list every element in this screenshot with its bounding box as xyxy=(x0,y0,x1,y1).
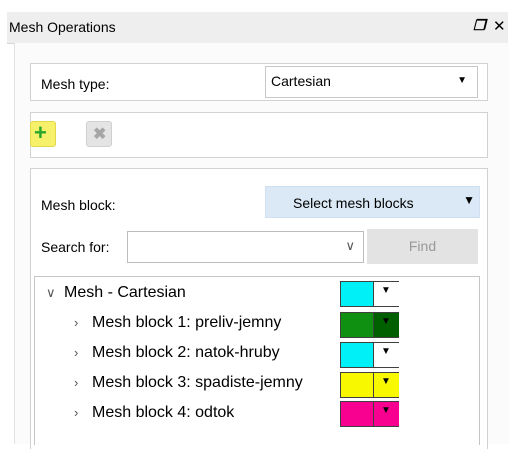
triangle-down-icon: ▼ xyxy=(463,193,475,207)
remove-icon: ✖ xyxy=(93,126,107,143)
mesh-color-picker[interactable]: ▼ xyxy=(340,281,399,307)
tree-row-block-2[interactable]: › Mesh block 2: natok-hruby xyxy=(74,344,280,368)
tree-row-block-3[interactable]: › Mesh block 3: spadiste-jemny xyxy=(74,374,303,398)
triangle-down-icon: ▼ xyxy=(381,346,391,357)
tree-row-label: Mesh block 3: spadiste-jemny xyxy=(92,374,303,391)
color-dropdown[interactable]: ▼ xyxy=(373,373,399,397)
mesh-color xyxy=(341,282,373,306)
restore-icon[interactable]: ❐ xyxy=(473,17,486,34)
search-label: Search for: xyxy=(41,239,110,255)
block-color xyxy=(341,343,373,367)
remove-button[interactable]: ✖ xyxy=(86,121,112,147)
tree-row-label: Mesh block 1: preliv-jemny xyxy=(92,314,282,331)
block-color xyxy=(341,313,373,337)
mesh-block-label: Mesh block: xyxy=(41,197,116,213)
title-bar: Mesh Operations ❐ ✕ xyxy=(7,12,508,44)
mesh-type-select[interactable]: Cartesian ▼ xyxy=(265,66,478,98)
chevron-down-icon[interactable]: ∨ xyxy=(46,285,64,301)
color-dropdown[interactable]: ▼ xyxy=(373,343,399,367)
block-color xyxy=(341,373,373,397)
block-3-color-picker[interactable]: ▼ xyxy=(340,372,399,398)
select-mesh-blocks-label: Select mesh blocks xyxy=(293,195,414,211)
tree-root-row[interactable]: ∨ Mesh - Cartesian xyxy=(46,284,186,308)
triangle-down-icon: ▼ xyxy=(381,405,391,416)
block-color xyxy=(341,402,373,426)
chevron-right-icon[interactable]: › xyxy=(74,315,92,330)
add-icon: + xyxy=(34,120,47,145)
chevron-down-icon: ▼ xyxy=(457,75,467,86)
triangle-down-icon: ▼ xyxy=(381,376,391,387)
close-icon[interactable]: ✕ xyxy=(493,17,506,35)
block-4-color-picker[interactable]: ▼ xyxy=(340,401,399,427)
select-mesh-blocks-button[interactable]: Select mesh blocks ▼ xyxy=(265,186,480,218)
tree-row-label: Mesh block 4: odtok xyxy=(92,404,235,421)
tree-row-block-1[interactable]: › Mesh block 1: preliv-jemny xyxy=(74,314,281,338)
color-dropdown[interactable]: ▼ xyxy=(373,402,399,426)
mesh-operations-panel: Mesh Operations ❐ ✕ Mesh type: Cartesian… xyxy=(0,0,515,449)
color-dropdown[interactable]: ▼ xyxy=(373,282,399,306)
triangle-down-icon: ▼ xyxy=(381,316,391,327)
find-button[interactable]: Find xyxy=(367,229,478,264)
tree-row-label: Mesh block 2: natok-hruby xyxy=(92,344,280,361)
triangle-down-icon: ▼ xyxy=(381,285,391,296)
chevron-right-icon[interactable]: › xyxy=(74,345,92,360)
add-button[interactable]: + xyxy=(30,120,56,147)
color-dropdown[interactable]: ▼ xyxy=(373,313,399,337)
chevron-right-icon[interactable]: › xyxy=(74,405,92,420)
chevron-down-icon[interactable]: ∨ xyxy=(345,238,355,254)
mesh-type-value: Cartesian xyxy=(271,73,331,89)
block-2-color-picker[interactable]: ▼ xyxy=(340,342,399,368)
panel-title: Mesh Operations xyxy=(9,19,116,35)
tree-root-label: Mesh - Cartesian xyxy=(64,284,186,301)
mesh-type-label: Mesh type: xyxy=(41,76,110,92)
search-input[interactable]: ∨ xyxy=(127,231,364,263)
chevron-right-icon[interactable]: › xyxy=(74,375,92,390)
block-1-color-picker[interactable]: ▼ xyxy=(340,312,399,338)
tree-row-block-4[interactable]: › Mesh block 4: odtok xyxy=(74,404,234,428)
